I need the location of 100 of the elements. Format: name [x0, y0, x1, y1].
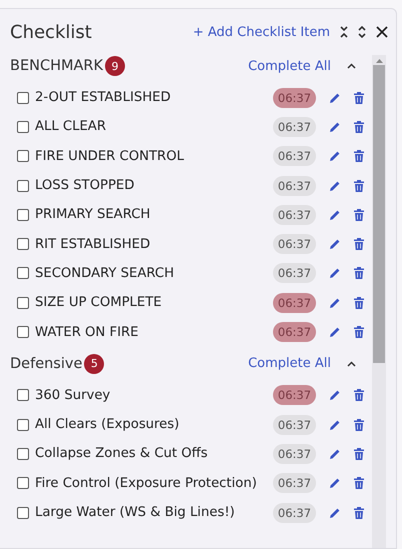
- collapse-all-button[interactable]: [340, 26, 348, 38]
- time-badge: 06:37: [273, 473, 316, 494]
- item-label: SIZE UP COMPLETE: [35, 295, 163, 310]
- item-checkbox[interactable]: [17, 180, 29, 192]
- time-badge: 06:37: [273, 385, 316, 406]
- delete-button[interactable]: [354, 150, 364, 162]
- pencil-icon: [329, 477, 341, 490]
- edit-button[interactable]: [329, 180, 341, 192]
- time-badge: 06:37: [273, 176, 316, 196]
- edit-button[interactable]: [329, 296, 341, 309]
- scroll-up-icon: [376, 59, 382, 63]
- delete-button[interactable]: [354, 448, 364, 460]
- item-label: FIRE UNDER CONTROL: [35, 148, 185, 164]
- item-label: PRIMARY SEARCH: [35, 207, 152, 222]
- delete-button[interactable]: [354, 326, 364, 338]
- delete-button[interactable]: [354, 180, 364, 192]
- time-badge: 06:37: [273, 146, 316, 166]
- delete-button[interactable]: [354, 267, 364, 280]
- pencil-icon: [329, 208, 341, 221]
- edit-button[interactable]: [329, 208, 341, 221]
- section-title: BENCHMARK: [10, 58, 103, 74]
- trash-icon: [354, 506, 364, 518]
- delete-button[interactable]: [354, 477, 364, 490]
- edit-button[interactable]: [329, 120, 341, 133]
- delete-button[interactable]: [354, 92, 364, 104]
- item-checkbox[interactable]: [17, 92, 29, 104]
- edit-button[interactable]: [329, 477, 341, 490]
- scrollbar[interactable]: [372, 55, 386, 548]
- pencil-icon: [329, 180, 341, 192]
- trash-icon: [354, 267, 364, 280]
- item-checkbox[interactable]: [17, 506, 29, 518]
- pencil-icon: [329, 506, 341, 518]
- item-checkbox[interactable]: [17, 389, 29, 402]
- edit-button[interactable]: [329, 418, 341, 431]
- complete-all-link[interactable]: Complete All: [248, 58, 331, 74]
- close-icon: [376, 26, 388, 38]
- trash-icon: [354, 389, 364, 402]
- edit-button[interactable]: [329, 267, 341, 280]
- trash-icon: [354, 418, 364, 431]
- complete-all-link[interactable]: Complete All: [248, 356, 331, 372]
- item-label: 360 Survey: [35, 388, 112, 403]
- time-badge: 06:37: [273, 502, 316, 522]
- count-badge: 5: [84, 354, 104, 374]
- item-checkbox[interactable]: [17, 326, 29, 338]
- delete-button[interactable]: [354, 296, 364, 309]
- scroll-thumb[interactable]: [373, 65, 385, 363]
- pencil-icon: [329, 238, 341, 250]
- time-badge: 06:37: [273, 322, 316, 342]
- close-button[interactable]: [376, 26, 388, 38]
- edit-button[interactable]: [329, 238, 341, 250]
- edit-button[interactable]: [329, 448, 341, 460]
- item-label: ALL CLEAR: [35, 119, 107, 134]
- time-badge: 06:37: [273, 234, 316, 254]
- trash-icon: [354, 238, 364, 250]
- item-label: SECONDARY SEARCH: [35, 266, 176, 281]
- pencil-icon: [329, 326, 341, 338]
- pencil-icon: [329, 418, 341, 431]
- trash-icon: [354, 326, 364, 338]
- expand-all-button[interactable]: [358, 26, 366, 38]
- time-badge: 06:37: [273, 414, 316, 435]
- delete-button[interactable]: [354, 506, 364, 518]
- item-checkbox[interactable]: [17, 120, 29, 133]
- edit-button[interactable]: [329, 92, 341, 104]
- delete-button[interactable]: [354, 389, 364, 402]
- pencil-icon: [329, 150, 341, 162]
- delete-button[interactable]: [354, 208, 364, 221]
- count-badge: 9: [105, 56, 125, 76]
- item-checkbox[interactable]: [17, 150, 29, 162]
- time-badge: 06:37: [273, 204, 316, 225]
- pencil-icon: [329, 296, 341, 309]
- item-label: Fire Control (Exposure Protection): [35, 476, 258, 491]
- delete-button[interactable]: [354, 238, 364, 250]
- item-label: LOSS STOPPED: [35, 178, 136, 194]
- pencil-icon: [329, 389, 341, 402]
- item-checkbox[interactable]: [17, 267, 29, 280]
- collapse-icon: [340, 26, 348, 38]
- item-checkbox[interactable]: [17, 238, 29, 250]
- section-toggle[interactable]: [347, 360, 356, 367]
- pencil-icon: [329, 448, 341, 460]
- item-checkbox[interactable]: [17, 448, 29, 460]
- pencil-icon: [329, 92, 341, 104]
- trash-icon: [354, 150, 364, 162]
- edit-button[interactable]: [329, 150, 341, 162]
- delete-button[interactable]: [354, 120, 364, 133]
- time-badge: 06:37: [273, 292, 316, 313]
- item-label: Collapse Zones & Cut Offs: [35, 446, 209, 462]
- item-checkbox[interactable]: [17, 208, 29, 221]
- section-toggle[interactable]: [347, 63, 356, 69]
- edit-button[interactable]: [329, 326, 341, 338]
- item-checkbox[interactable]: [17, 296, 29, 309]
- delete-button[interactable]: [354, 418, 364, 431]
- expand-icon: [358, 26, 366, 38]
- edit-button[interactable]: [329, 506, 341, 518]
- add-item-link[interactable]: + Add Checklist Item: [192, 24, 330, 40]
- item-label: RIT ESTABLISHED: [35, 236, 152, 252]
- panel-title: Checklist: [10, 22, 93, 42]
- item-checkbox[interactable]: [17, 477, 29, 490]
- edit-button[interactable]: [329, 389, 341, 402]
- item-label: All Clears (Exposures): [35, 417, 180, 432]
- item-checkbox[interactable]: [17, 418, 29, 431]
